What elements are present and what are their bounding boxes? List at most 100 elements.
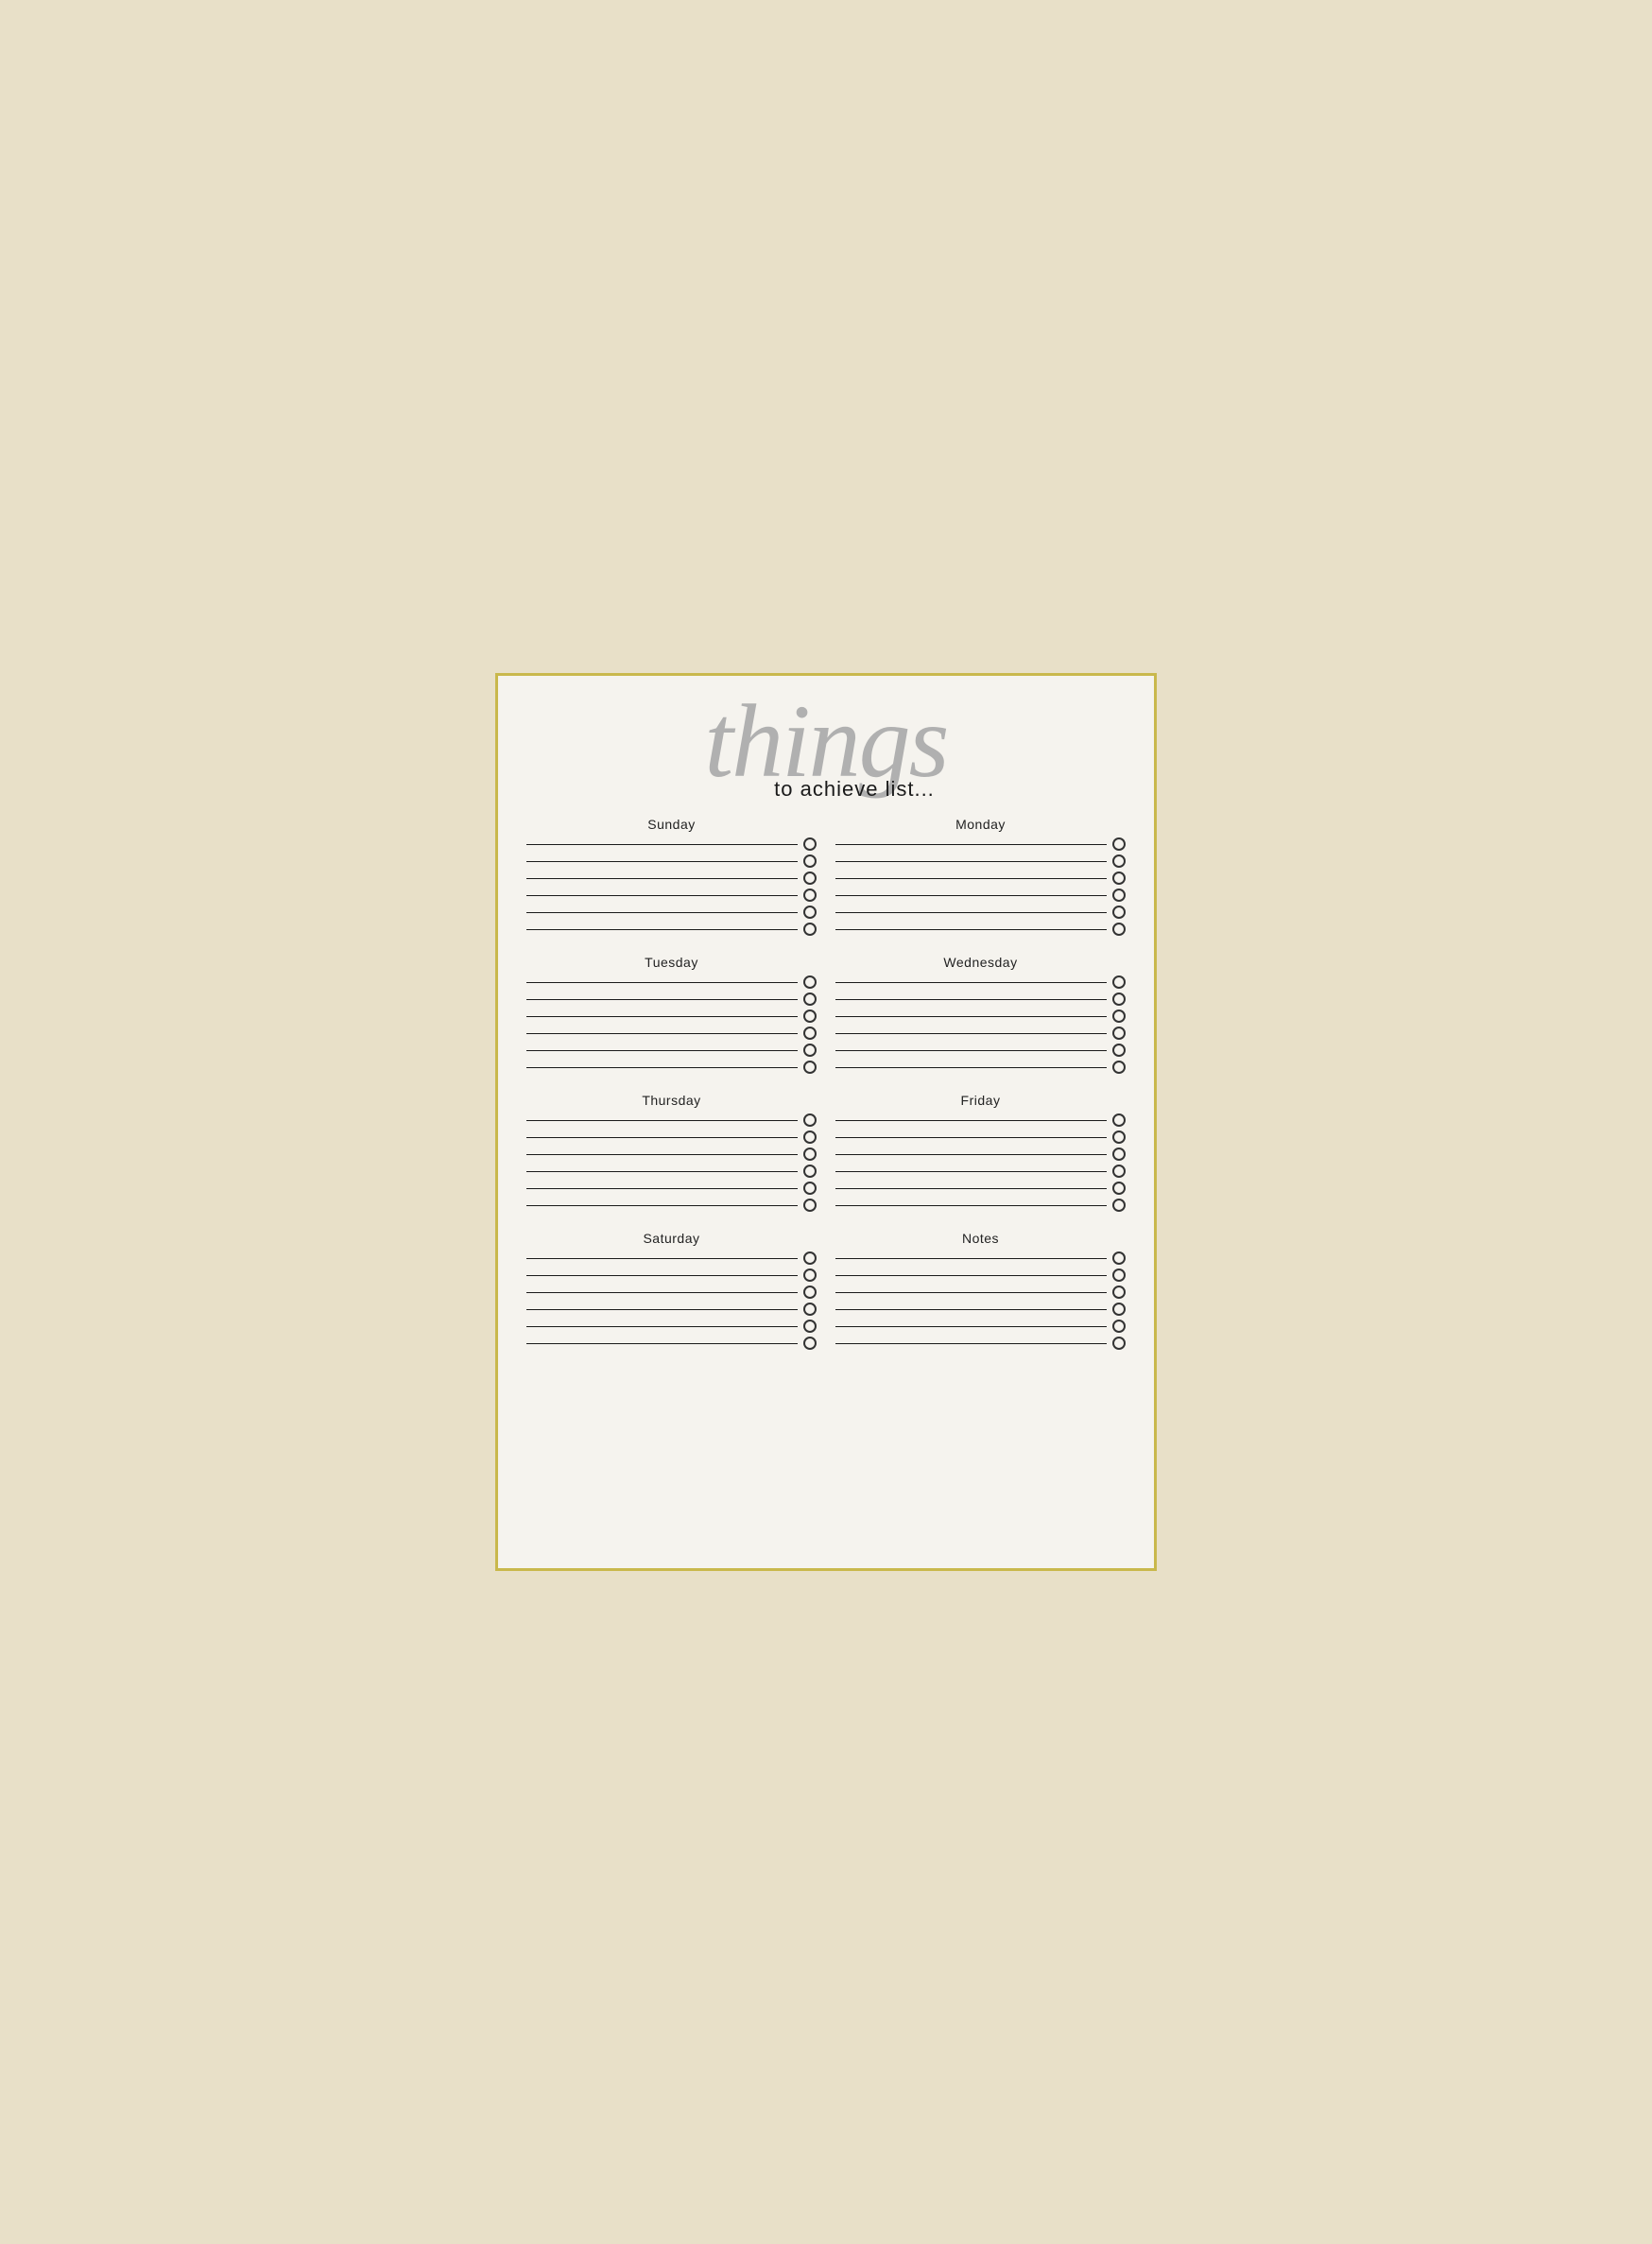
task-circle[interactable] (1112, 837, 1126, 851)
task-row[interactable] (835, 1199, 1126, 1212)
task-line (526, 1275, 798, 1276)
task-circle[interactable] (803, 1286, 817, 1299)
task-row[interactable] (526, 1337, 817, 1350)
task-circle[interactable] (803, 1148, 817, 1161)
task-row[interactable] (835, 906, 1126, 919)
task-circle[interactable] (1112, 1044, 1126, 1057)
task-circle[interactable] (803, 1027, 817, 1040)
task-circle[interactable] (1112, 1010, 1126, 1023)
task-circle[interactable] (803, 906, 817, 919)
task-row[interactable] (526, 1165, 817, 1178)
task-circle[interactable] (1112, 1113, 1126, 1127)
task-circle[interactable] (1112, 1320, 1126, 1333)
task-circle[interactable] (1112, 1337, 1126, 1350)
day-label-sunday: Sunday (526, 817, 817, 832)
task-row[interactable] (526, 1027, 817, 1040)
task-row[interactable] (526, 1286, 817, 1299)
task-circle[interactable] (803, 1044, 817, 1057)
task-row[interactable] (526, 872, 817, 885)
task-circle[interactable] (803, 1269, 817, 1282)
task-row[interactable] (526, 1131, 817, 1144)
task-row[interactable] (526, 1044, 817, 1057)
task-row[interactable] (526, 837, 817, 851)
task-circle[interactable] (803, 872, 817, 885)
task-row[interactable] (526, 1303, 817, 1316)
task-circle[interactable] (803, 1131, 817, 1144)
task-circle[interactable] (1112, 1303, 1126, 1316)
task-row[interactable] (835, 837, 1126, 851)
task-circle[interactable] (1112, 975, 1126, 989)
task-row[interactable] (835, 975, 1126, 989)
task-circle[interactable] (1112, 1286, 1126, 1299)
task-row[interactable] (835, 1061, 1126, 1074)
task-circle[interactable] (1112, 1131, 1126, 1144)
task-circle[interactable] (803, 993, 817, 1006)
task-circle[interactable] (803, 1303, 817, 1316)
task-circle[interactable] (1112, 1165, 1126, 1178)
task-row[interactable] (835, 1303, 1126, 1316)
task-row[interactable] (526, 1182, 817, 1195)
task-circle[interactable] (803, 1165, 817, 1178)
task-row[interactable] (526, 1251, 817, 1265)
task-row[interactable] (526, 1061, 817, 1074)
task-row[interactable] (835, 1165, 1126, 1178)
task-circle[interactable] (803, 1010, 817, 1023)
task-circle[interactable] (803, 1337, 817, 1350)
task-row[interactable] (526, 1269, 817, 1282)
task-row[interactable] (526, 1113, 817, 1127)
task-row[interactable] (526, 975, 817, 989)
task-row[interactable] (526, 889, 817, 902)
task-row[interactable] (526, 1199, 817, 1212)
task-circle[interactable] (1112, 1199, 1126, 1212)
task-circle[interactable] (1112, 993, 1126, 1006)
task-circle[interactable] (803, 1320, 817, 1333)
task-circle[interactable] (1112, 1148, 1126, 1161)
task-circle[interactable] (803, 1061, 817, 1074)
task-circle[interactable] (803, 923, 817, 936)
task-row[interactable] (835, 1113, 1126, 1127)
task-row[interactable] (835, 923, 1126, 936)
task-row[interactable] (835, 1320, 1126, 1333)
task-circle[interactable] (803, 889, 817, 902)
task-circle[interactable] (803, 837, 817, 851)
task-row[interactable] (835, 1148, 1126, 1161)
task-row[interactable] (526, 923, 817, 936)
task-circle[interactable] (1112, 1061, 1126, 1074)
task-circle[interactable] (1112, 906, 1126, 919)
task-circle[interactable] (803, 854, 817, 868)
task-circle[interactable] (803, 1199, 817, 1212)
task-row[interactable] (835, 993, 1126, 1006)
task-circle[interactable] (1112, 1269, 1126, 1282)
task-row[interactable] (835, 1251, 1126, 1265)
task-circle[interactable] (803, 1251, 817, 1265)
task-circle[interactable] (1112, 1027, 1126, 1040)
task-row[interactable] (835, 1131, 1126, 1144)
task-row[interactable] (526, 1320, 817, 1333)
task-row[interactable] (526, 993, 817, 1006)
task-row[interactable] (835, 1337, 1126, 1350)
task-circle[interactable] (1112, 872, 1126, 885)
task-circle[interactable] (1112, 889, 1126, 902)
task-row[interactable] (835, 1044, 1126, 1057)
task-row[interactable] (835, 1010, 1126, 1023)
task-circle[interactable] (1112, 923, 1126, 936)
task-row[interactable] (835, 872, 1126, 885)
task-row[interactable] (835, 1286, 1126, 1299)
task-row[interactable] (526, 854, 817, 868)
task-circle[interactable] (803, 1182, 817, 1195)
task-circle[interactable] (803, 1113, 817, 1127)
task-row[interactable] (835, 889, 1126, 902)
task-circle[interactable] (1112, 1182, 1126, 1195)
task-circle[interactable] (1112, 1251, 1126, 1265)
task-circle[interactable] (803, 975, 817, 989)
task-row[interactable] (526, 1148, 817, 1161)
task-row[interactable] (526, 906, 817, 919)
title-sub: to achieve list... (583, 779, 1126, 800)
task-circle[interactable] (1112, 854, 1126, 868)
task-row[interactable] (526, 1010, 817, 1023)
task-row[interactable] (835, 1182, 1126, 1195)
task-row[interactable] (835, 1269, 1126, 1282)
task-row[interactable] (835, 854, 1126, 868)
day-label-monday: Monday (835, 817, 1126, 832)
task-row[interactable] (835, 1027, 1126, 1040)
